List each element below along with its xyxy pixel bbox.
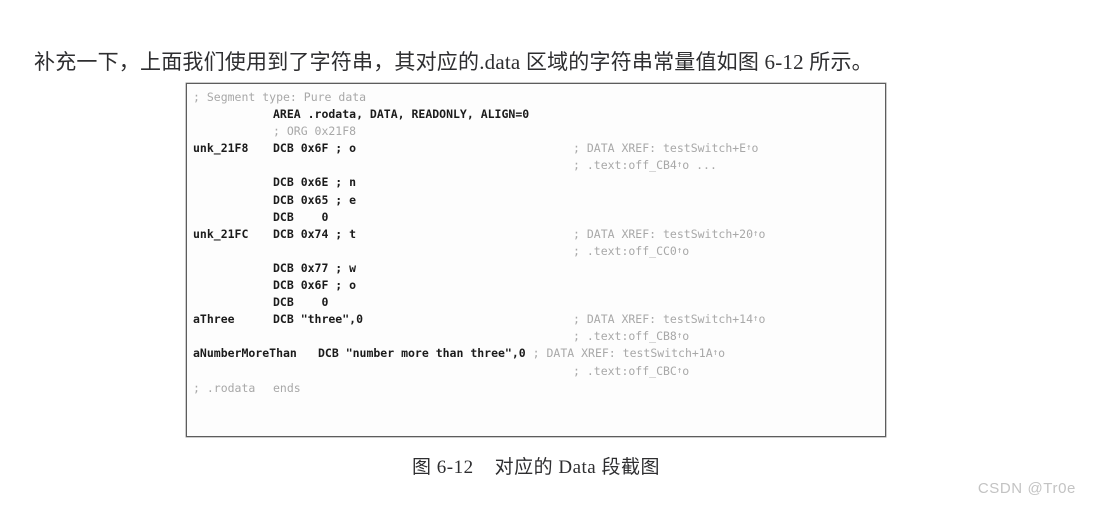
- code-line: DCB 0x77 ; w: [187, 260, 885, 277]
- code-xref: ; DATA XREF: testSwitch+20↑o: [573, 226, 766, 241]
- code-instruction: DCB 0x6F ; o: [273, 278, 357, 293]
- code-line: aThree DCB "three",0 ; DATA XREF: testSwit…: [187, 311, 885, 328]
- code-instruction: ; ORG 0x21F8: [273, 124, 357, 139]
- code-instruction: AREA .rodata, DATA, READONLY, ALIGN=0: [273, 107, 530, 122]
- code-instruction: DCB 0: [273, 295, 329, 310]
- code-line: ; .text:off_CBC↑o: [187, 363, 885, 380]
- intro-paragraph: 补充一下，上面我们使用到了字符串，其对应的.data 区域的字符串常量值如图 6…: [34, 50, 873, 74]
- code-instruction: DCB 0: [273, 209, 329, 224]
- code-instruction: DCB 0x6F ; o: [273, 141, 357, 156]
- code-instruction: DCB 0x6E ; n: [273, 175, 357, 190]
- xref-arrow-icon: ↑: [753, 314, 759, 325]
- code-line: ; Segment type: Pure data: [187, 89, 885, 106]
- code-label: ; .rodata: [193, 380, 256, 395]
- xref-arrow-icon: ↑: [676, 245, 683, 256]
- code-instruction: DCB 0x65 ; e: [273, 192, 357, 207]
- code-xref: ; .text:off_CB4↑o ...: [573, 158, 717, 173]
- code-listing: ; Segment type: Pure data AREA .rodata, D…: [187, 89, 885, 436]
- code-xref: ; .text:off_CBC↑o: [573, 363, 690, 378]
- code-instruction: DCB "three",0: [273, 312, 364, 327]
- xref-arrow-icon: ↑: [676, 365, 683, 376]
- code-line: ; .text:off_CB4↑o ...: [187, 157, 885, 174]
- code-label: aNumberMoreThan: [193, 346, 297, 361]
- code-xref: ; DATA XREF: testSwitch+14↑o: [573, 312, 766, 327]
- code-line: unk_21FC DCB 0x74 ; t ; DATA XREF: testSwi…: [187, 226, 885, 243]
- code-line: ; .text:off_CC0↑o: [187, 243, 885, 260]
- code-screenshot-box: ; Segment type: Pure data AREA .rodata, D…: [186, 83, 886, 437]
- code-label: unk_21F8: [193, 141, 249, 156]
- code-line: DCB 0: [187, 294, 885, 311]
- code-line: DCB 0: [187, 209, 885, 226]
- code-line: ; ORG 0x21F8: [187, 123, 885, 140]
- code-instruction: DCB 0x74 ; t: [273, 226, 357, 241]
- xref-arrow-icon: ↑: [712, 348, 719, 359]
- xref-arrow-icon: ↑: [676, 331, 683, 342]
- xref-arrow-icon: ↑: [753, 228, 759, 239]
- code-line: unk_21F8 DCB 0x6F ; o ; DATA XREF: testSwi…: [187, 140, 885, 157]
- code-instruction: DCB 0x77 ; w: [273, 260, 357, 275]
- figure-block: ; Segment type: Pure data AREA .rodata, D…: [186, 83, 886, 479]
- xref-arrow-icon: ↑: [746, 143, 752, 154]
- code-xref: ; .text:off_CC0↑o: [573, 243, 690, 258]
- code-line: AREA .rodata, DATA, READONLY, ALIGN=0: [187, 106, 885, 123]
- figure-caption: 图 6-12 对应的 Data 段截图: [412, 457, 660, 478]
- xref-arrow-icon: ↑: [676, 160, 683, 171]
- watermark: CSDN @Tr0e: [977, 480, 1076, 497]
- code-line: ; .rodata ends: [187, 380, 885, 397]
- code-line: ; .text:off_CB8↑o: [187, 328, 885, 345]
- code-line: DCB 0x6E ; n: [187, 174, 885, 191]
- code-xref: ; DATA XREF: testSwitch+1A↑o: [525, 346, 726, 361]
- code-xref: ; .text:off_CB8↑o: [573, 329, 690, 344]
- code-label: unk_21FC: [193, 226, 249, 241]
- code-xref: ; DATA XREF: testSwitch+E↑o: [573, 141, 759, 156]
- code-line: DCB 0x65 ; e: [187, 192, 885, 209]
- code-instruction: DCB "number more than three",0 ; DATA XR…: [318, 346, 726, 361]
- code-label: aThree: [193, 312, 235, 327]
- code-instruction: ends: [273, 380, 301, 395]
- code-label: ; Segment type: Pure data: [193, 90, 367, 104]
- code-line: DCB 0x6F ; o: [187, 277, 885, 294]
- code-line: aNumberMoreThan DCB "number more than thr…: [187, 345, 885, 362]
